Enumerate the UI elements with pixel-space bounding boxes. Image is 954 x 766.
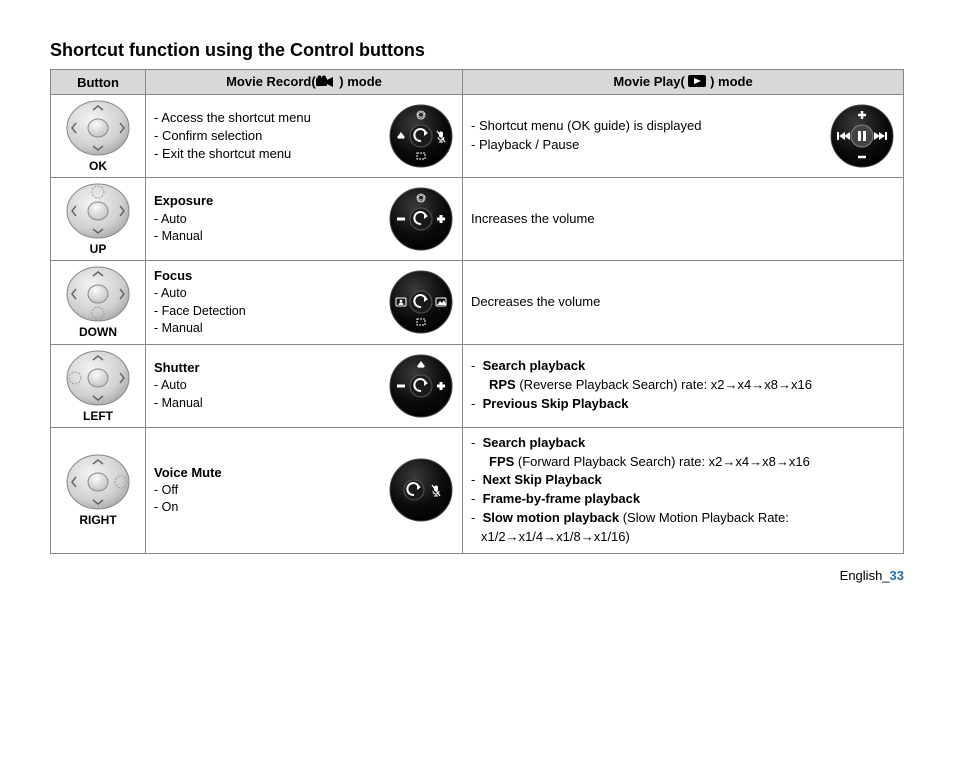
down-play-text: Decreases the volume bbox=[471, 293, 895, 312]
row-left: LEFT Shutter - Auto - Manual bbox=[51, 344, 904, 427]
shortcut-table: Button Movie Record( ) mode Movie Play( … bbox=[50, 69, 904, 554]
row-right: RIGHT Voice Mute - Off - On bbox=[51, 427, 904, 553]
ok-pad-icon bbox=[65, 99, 131, 157]
down-record-text: Focus - Auto - Face Detection - Manual bbox=[154, 267, 378, 338]
section-title: Shortcut function using the Control butt… bbox=[50, 40, 904, 61]
camcorder-icon bbox=[316, 75, 336, 90]
row-ok: OK - Access the shortcut menu - Confirm … bbox=[51, 95, 904, 178]
header-button: Button bbox=[51, 70, 146, 95]
osd-up-record-icon bbox=[388, 186, 454, 252]
osd-right-record-icon bbox=[388, 457, 454, 523]
up-record-text: Exposure - Auto - Manual bbox=[154, 192, 378, 245]
osd-left-record-icon bbox=[388, 353, 454, 419]
osd-down-record-icon bbox=[388, 269, 454, 335]
osd-ok-play-icon bbox=[829, 103, 895, 169]
down-label: DOWN bbox=[53, 325, 143, 339]
left-record-text: Shutter - Auto - Manual bbox=[154, 359, 378, 412]
up-pad-icon bbox=[65, 182, 131, 240]
left-label: LEFT bbox=[53, 409, 143, 423]
down-pad-icon bbox=[65, 265, 131, 323]
header-play: Movie Play( ) mode bbox=[463, 70, 904, 95]
ok-record-text: - Access the shortcut menu - Confirm sel… bbox=[154, 109, 378, 164]
left-play-text: - Search playback RPS (Reverse Playback … bbox=[471, 357, 895, 414]
right-label: RIGHT bbox=[53, 513, 143, 527]
row-up: UP Exposure - Auto - Manual bbox=[51, 178, 904, 261]
page-footer: English_33 bbox=[50, 568, 904, 583]
right-record-text: Voice Mute - Off - On bbox=[154, 464, 378, 517]
right-pad-icon bbox=[65, 453, 131, 511]
osd-ok-record-icon bbox=[388, 103, 454, 169]
right-play-text: - Search playback FPS (Forward Playback … bbox=[471, 434, 895, 547]
ok-play-text: - Shortcut menu (OK guide) is displayed … bbox=[471, 117, 819, 155]
left-pad-icon bbox=[65, 349, 131, 407]
header-record: Movie Record( ) mode bbox=[146, 70, 463, 95]
up-label: UP bbox=[53, 242, 143, 256]
row-down: DOWN Focus - Auto - Face Detection - Man… bbox=[51, 261, 904, 345]
play-mode-icon bbox=[688, 75, 706, 90]
ok-label: OK bbox=[53, 159, 143, 173]
up-play-text: Increases the volume bbox=[471, 210, 895, 229]
